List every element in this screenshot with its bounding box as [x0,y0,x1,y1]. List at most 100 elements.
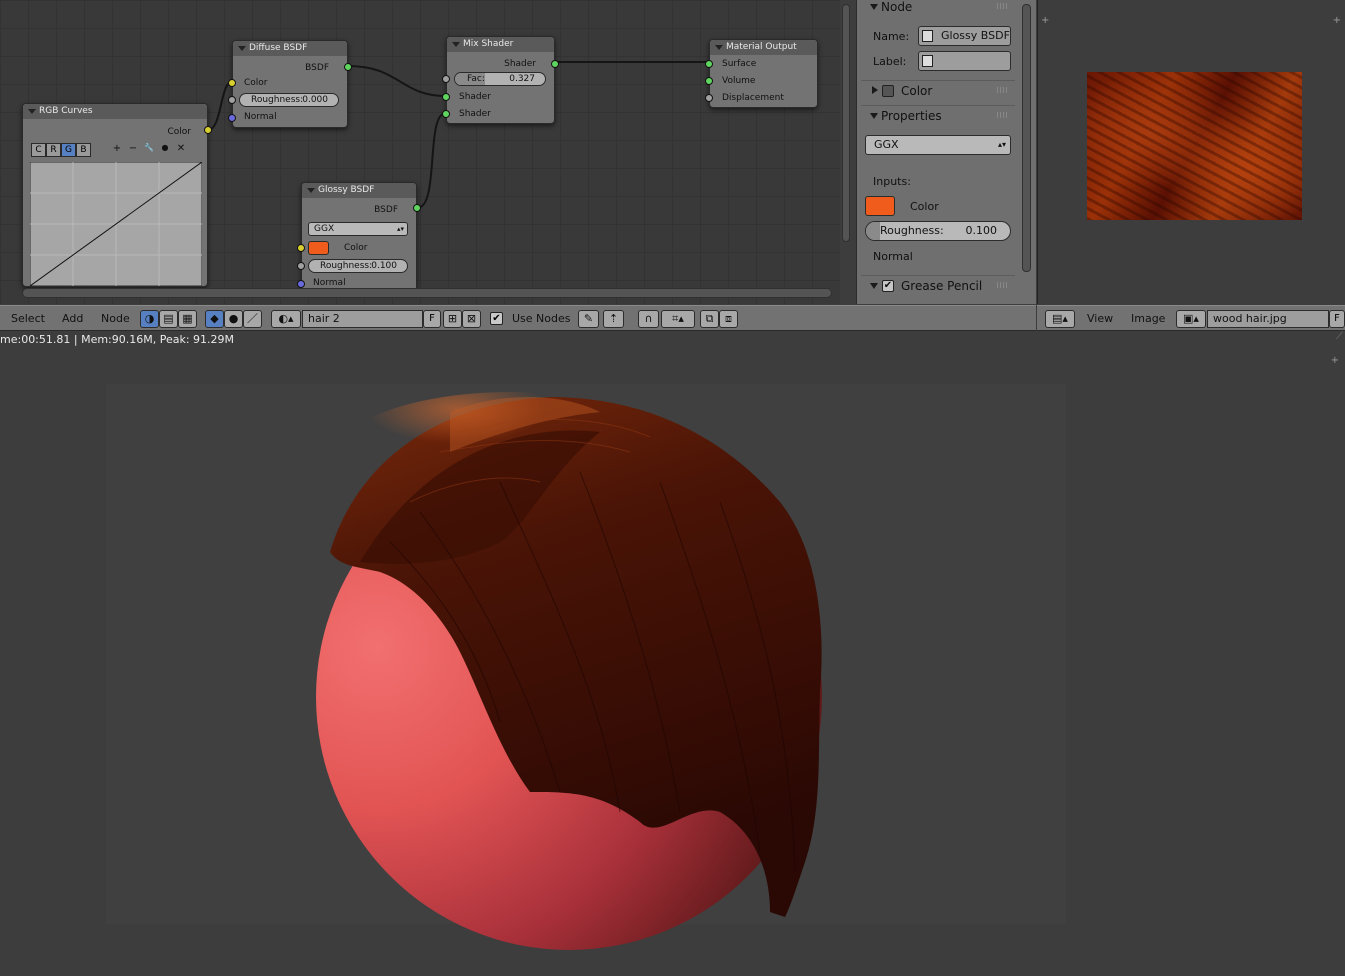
drag-grip-icon[interactable] [997,3,1009,9]
channel-r-button[interactable]: R [46,143,61,157]
channel-b-button[interactable]: B [76,143,91,157]
rgb-curves-color-output-socket[interactable] [204,126,212,134]
material-output-node[interactable]: Material Output Surface Volume Displacem… [705,39,818,108]
properties-panel-header[interactable]: Properties [861,105,1015,125]
linestyle-shader-button[interactable]: ／ [243,310,262,328]
shader-nodes-button[interactable]: ◑ [140,310,159,328]
delete-icon[interactable]: ✕ [175,143,187,154]
node-name-field[interactable]: Glossy BSDF [918,26,1011,46]
pin-icon: ✎ [583,312,594,325]
shader-sphere-icon: ◑ [144,312,155,325]
node-editor-hscrollbar[interactable] [22,288,832,298]
drag-grip-icon[interactable] [997,282,1009,288]
view-menu[interactable]: View [1087,312,1113,325]
glossy-distribution-dropdown[interactable]: GGX ▴▾ [308,222,408,236]
compositing-nodes-button[interactable]: ▤ [159,310,178,328]
output-displacement-label: Displacement [722,93,784,103]
drag-grip-icon[interactable] [997,112,1009,118]
image-menu[interactable]: Image [1131,312,1165,325]
mix-shader2-socket[interactable] [442,110,450,118]
glossy-output-socket[interactable] [413,204,421,212]
rgb-curves-output-label: Color [167,127,192,137]
output-displacement-socket[interactable] [705,94,713,102]
diffuse-bsdf-node[interactable]: Diffuse BSDF BSDF Color Roughness: 0.000… [228,40,352,128]
parent-node-tree-button[interactable]: ⇡ [603,310,624,328]
glossy-output-label: BSDF [374,205,398,215]
paste-nodes-button[interactable]: ⧈ [719,310,738,328]
node-menu[interactable]: Node [101,312,130,325]
color-panel-checkbox[interactable] [882,85,894,97]
grease-pencil-panel-header[interactable]: ✔ Grease Pencil [861,275,1015,295]
pin-button[interactable]: ✎ [578,310,599,328]
corner-grip-icon[interactable]: ⟋ [1336,331,1343,342]
fake-user-button[interactable]: F [423,310,441,328]
color-panel-header[interactable]: Color [861,80,1015,100]
properties-vscrollbar[interactable] [1022,4,1031,272]
glossy-color-swatch[interactable] [308,241,329,255]
distribution-dropdown[interactable]: GGX ▴▾ [865,135,1011,155]
rgb-curves-node[interactable]: RGB Curves Color C R G B + − 🔧 ● ✕ [22,103,212,287]
drag-grip-icon[interactable] [997,87,1009,93]
object-shader-button[interactable]: ◆ [205,310,224,328]
node-label-field[interactable] [918,51,1011,71]
mix-fac-field[interactable]: Fac: 0.327 [454,72,546,86]
image-icon: ▣▴ [1183,312,1199,325]
curve-graph[interactable] [30,162,202,286]
area-split-icon[interactable]: + [1333,15,1341,26]
new-material-button[interactable]: ⊞ [443,310,462,328]
glossy-normal-socket[interactable] [297,280,305,288]
add-menu[interactable]: Add [62,312,83,325]
unlink-material-button[interactable]: ⊠ [462,310,481,328]
image-browse-button[interactable]: ▣▴ [1176,310,1206,328]
material-name-field[interactable]: hair 2 [302,310,423,328]
texture-nodes-button[interactable]: ▦ [178,310,197,328]
properties-panel-title: Properties [881,109,942,123]
glossy-color-socket[interactable] [297,244,305,252]
mix-output-socket[interactable] [551,60,559,68]
diffuse-normal-socket[interactable] [228,114,236,122]
wrench-icon[interactable]: 🔧 [143,143,155,154]
output-volume-socket[interactable] [705,77,713,85]
node-editor-canvas[interactable]: RGB Curves Color C R G B + − 🔧 ● ✕ Diffu… [0,0,840,304]
glossy-roughness-field[interactable]: Roughness: 0.100 [308,259,408,273]
diffuse-output-socket[interactable] [344,63,352,71]
diffuse-roughness-socket[interactable] [228,96,236,104]
zoom-in-icon[interactable]: + [111,143,123,154]
snap-element-dropdown[interactable]: ⌗▴ [661,310,695,328]
area-split-icon[interactable]: + [1041,15,1049,26]
area-split-icon[interactable]: + [1331,355,1339,366]
snap-toggle-button[interactable]: ∩ [638,310,659,328]
copy-nodes-button[interactable]: ⧉ [700,310,719,328]
glossy-roughness-socket[interactable] [297,262,305,270]
roughness-slider[interactable]: Roughness: 0.100 [865,221,1011,241]
wood-texture-image [1087,72,1302,220]
mix-fac-socket[interactable] [442,75,450,83]
mix-shader1-socket[interactable] [442,93,450,101]
editor-type-button[interactable]: ▤▴ [1045,310,1075,328]
image-name-field[interactable]: wood hair.jpg [1207,310,1329,328]
node-properties-panel: Node Name: Glossy BSDF Label: Color Prop… [856,0,1036,304]
collapse-triangle-icon [870,113,878,119]
mix-shader-node[interactable]: Mix Shader Shader Fac: 0.327 Shader Shad… [442,36,559,124]
diffuse-color-socket[interactable] [228,79,236,87]
paste-icon: ⧈ [725,312,732,325]
world-shader-button[interactable]: ● [224,310,243,328]
use-nodes-checkbox[interactable]: ✔ [490,312,503,325]
color-swatch[interactable] [865,196,895,216]
glossy-bsdf-node[interactable]: Glossy BSDF BSDF GGX ▴▾ Color Roughness:… [297,182,421,292]
material-browse-button[interactable]: ◐▴ [271,310,301,328]
select-menu[interactable]: Select [11,312,45,325]
channel-g-button[interactable]: G [61,143,76,157]
point-icon[interactable]: ● [159,143,171,154]
grease-pencil-checkbox[interactable]: ✔ [882,280,894,292]
x-icon: ⊠ [466,312,477,325]
inputs-label: Inputs: [873,175,911,188]
node-panel-header[interactable]: Node [861,0,1015,17]
output-surface-socket[interactable] [705,60,713,68]
image-fake-user-button[interactable]: F [1329,310,1345,328]
channel-c-button[interactable]: C [31,143,46,157]
diffuse-roughness-field[interactable]: Roughness: 0.000 [239,93,339,107]
node-editor-vscrollbar[interactable] [842,4,850,242]
output-volume-label: Volume [722,76,756,86]
zoom-out-icon[interactable]: − [127,143,139,154]
